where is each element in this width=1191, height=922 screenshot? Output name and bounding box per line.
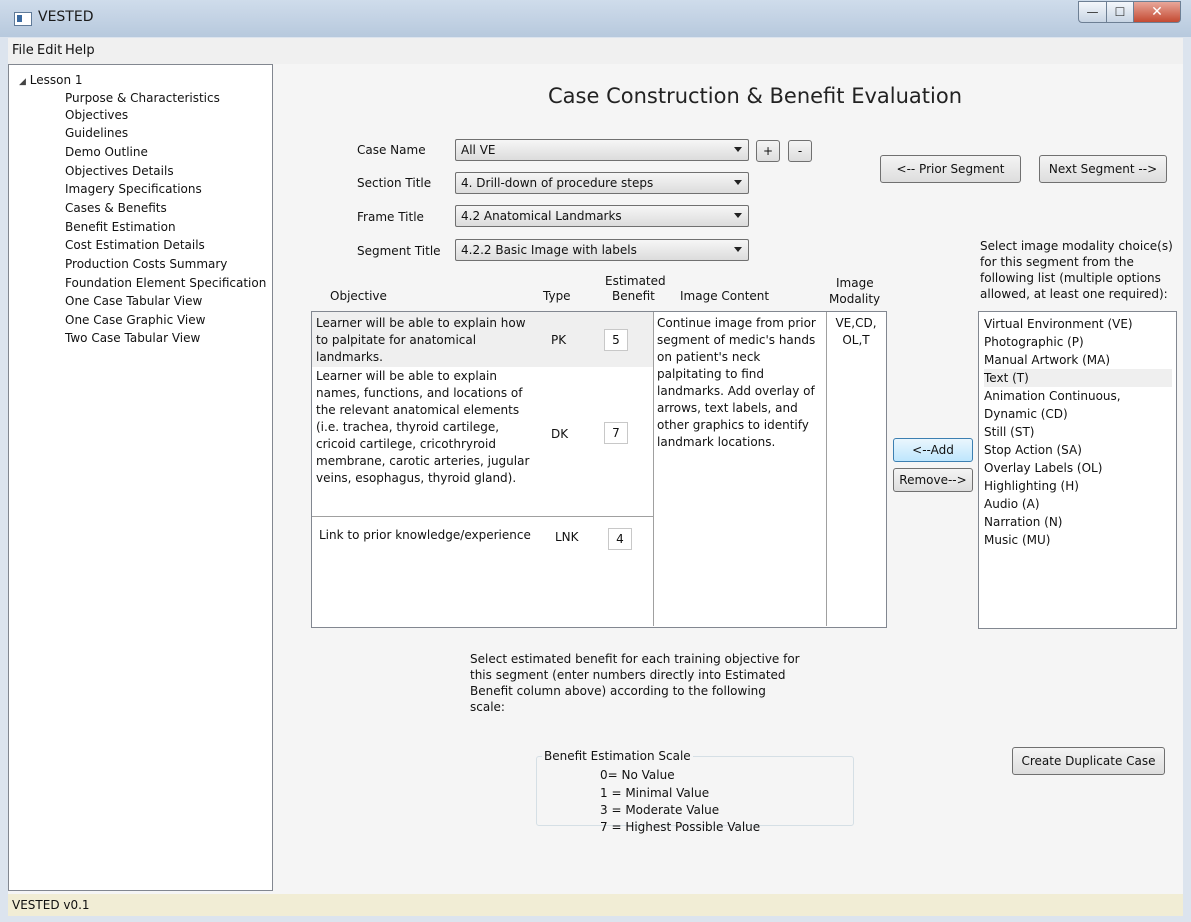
list-item[interactable]: Music (MU) (984, 531, 1172, 549)
list-item[interactable]: Still (ST) (984, 423, 1172, 441)
type-cell: DK (551, 427, 569, 441)
list-item[interactable]: Manual Artwork (MA) (984, 351, 1172, 369)
benefit-input[interactable]: 5 (604, 329, 628, 351)
benefit-scale-title: Benefit Estimation Scale (542, 749, 693, 763)
type-cell: LNK (555, 530, 579, 544)
tree-item-cases-benefits[interactable]: Cases & Benefits (65, 201, 167, 215)
status-bar: VESTED v0.1 (8, 894, 1183, 916)
tree-item-objectives-details[interactable]: Objectives Details (65, 164, 174, 178)
tree-item-demo-outline[interactable]: Demo Outline (65, 145, 148, 159)
list-item[interactable]: Virtual Environment (VE) (984, 315, 1172, 333)
app-icon (14, 12, 32, 26)
maximize-button[interactable]: ☐ (1107, 1, 1134, 23)
tree-item-one-case-tabular[interactable]: One Case Tabular View (65, 294, 202, 308)
tree-item-objectives[interactable]: Objectives (65, 108, 128, 122)
section-title-value: 4. Drill-down of procedure steps (461, 176, 654, 190)
type-column-header: Type (543, 289, 571, 303)
dropdown-arrow-icon (734, 180, 742, 185)
minimize-button[interactable]: — (1078, 1, 1107, 23)
modality-column-header: Image (836, 276, 874, 290)
create-duplicate-case-button[interactable]: Create Duplicate Case (1012, 747, 1165, 775)
type-cell: PK (551, 333, 567, 347)
image-content-column-header: Image Content (680, 289, 770, 303)
list-item[interactable]: Dynamic (CD) (984, 405, 1172, 423)
next-segment-button[interactable]: Next Segment --> (1039, 155, 1167, 183)
objective-cell[interactable]: Link to prior knowledge/experience (319, 527, 559, 544)
tree-item-one-case-graphic[interactable]: One Case Graphic View (65, 313, 205, 327)
segment-title-dropdown[interactable]: 4.2.2 Basic Image with labels (455, 239, 749, 261)
objective-cell[interactable]: Learner will be able to explain names, f… (316, 368, 541, 487)
benefit-column-header: Estimated (605, 274, 666, 288)
modality-list[interactable]: Virtual Environment (VE) Photographic (P… (978, 311, 1177, 629)
case-name-label: Case Name (357, 143, 426, 157)
objective-column-header: Objective (330, 289, 387, 303)
lesson-tree[interactable]: ◢ Lesson 1 Purpose & Characteristics Obj… (8, 64, 273, 891)
scale-item: 0= No Value (600, 768, 675, 782)
section-title-label: Section Title (357, 176, 432, 190)
list-item[interactable]: Audio (A) (984, 495, 1172, 513)
segment-title-value: 4.2.2 Basic Image with labels (461, 243, 637, 257)
tree-item-benefit-estimation[interactable]: Benefit Estimation (65, 220, 176, 234)
page-title: Case Construction & Benefit Evaluation (548, 84, 963, 108)
close-button[interactable]: ✕ (1134, 1, 1181, 23)
modality-instruction: Select image modality choice(s) for this… (980, 239, 1173, 301)
list-item[interactable]: Overlay Labels (OL) (984, 459, 1172, 477)
menu-bar: File Edit Help (8, 38, 1183, 64)
menu-edit[interactable]: Edit (37, 43, 62, 58)
tree-item-guidelines[interactable]: Guidelines (65, 126, 128, 140)
tree-root-label: Lesson 1 (29, 73, 83, 87)
app-window: VESTED — ☐ ✕ File Edit Help ◢ Lesson 1 P… (0, 0, 1191, 922)
tree-item-imagery-specifications[interactable]: Imagery Specifications (65, 182, 202, 196)
remove-case-button[interactable]: - (788, 140, 812, 162)
tree-root-item[interactable]: ◢ Lesson 1 (19, 73, 83, 87)
window-title: VESTED (38, 9, 94, 25)
modality-column-header-line2: Modality (829, 292, 881, 306)
scale-item: 1 = Minimal Value (600, 786, 710, 800)
scale-item: 3 = Moderate Value (600, 803, 720, 817)
add-modality-button[interactable]: <--Add (893, 438, 973, 462)
list-item[interactable]: Narration (N) (984, 513, 1172, 531)
dropdown-arrow-icon (734, 247, 742, 252)
list-item[interactable]: Animation Continuous, (984, 387, 1172, 405)
tree-item-cost-estimation[interactable]: Cost Estimation Details (65, 238, 205, 252)
collapse-triangle-icon[interactable]: ◢ (19, 77, 26, 87)
list-item[interactable]: Photographic (P) (984, 333, 1172, 351)
add-case-button[interactable]: + (756, 140, 780, 162)
case-name-dropdown[interactable]: All VE (455, 139, 749, 161)
tree-item-production-costs[interactable]: Production Costs Summary (65, 257, 227, 271)
menu-help[interactable]: Help (65, 43, 95, 58)
tree-item-purpose[interactable]: Purpose & Characteristics (65, 91, 220, 105)
dropdown-arrow-icon (734, 213, 742, 218)
menu-file[interactable]: File (12, 43, 34, 58)
benefit-input[interactable]: 4 (608, 528, 632, 550)
prior-segment-button[interactable]: <-- Prior Segment (880, 155, 1021, 183)
benefit-instruction: Select estimated benefit for each traini… (470, 652, 800, 714)
frame-title-dropdown[interactable]: 4.2 Anatomical Landmarks (455, 205, 749, 227)
benefit-column-header-line2: Benefit (612, 289, 655, 303)
list-item[interactable]: Stop Action (SA) (984, 441, 1172, 459)
scale-item: 7 = Highest Possible Value (600, 820, 761, 834)
image-content-cell[interactable]: Continue image from prior segment of med… (657, 315, 822, 451)
list-item[interactable]: Highlighting (H) (984, 477, 1172, 495)
title-bar: VESTED — ☐ ✕ (0, 0, 1191, 37)
case-name-value: All VE (461, 143, 496, 157)
frame-title-value: 4.2 Anatomical Landmarks (461, 209, 622, 223)
tree-item-two-case-tabular[interactable]: Two Case Tabular View (65, 331, 200, 345)
list-item[interactable]: Text (T) (984, 369, 1172, 387)
status-text: VESTED v0.1 (12, 898, 90, 912)
benefit-input[interactable]: 7 (604, 422, 628, 444)
segment-title-label: Segment Title (357, 244, 441, 258)
dropdown-arrow-icon (734, 147, 742, 152)
section-title-dropdown[interactable]: 4. Drill-down of procedure steps (455, 172, 749, 194)
frame-title-label: Frame Title (357, 210, 424, 224)
objective-cell[interactable]: Learner will be able to explain how to p… (316, 315, 531, 366)
remove-modality-button[interactable]: Remove--> (893, 468, 973, 492)
tree-item-foundation-element[interactable]: Foundation Element Specification (65, 276, 266, 290)
image-modality-cell: VE,CD, OL,T (835, 316, 877, 347)
